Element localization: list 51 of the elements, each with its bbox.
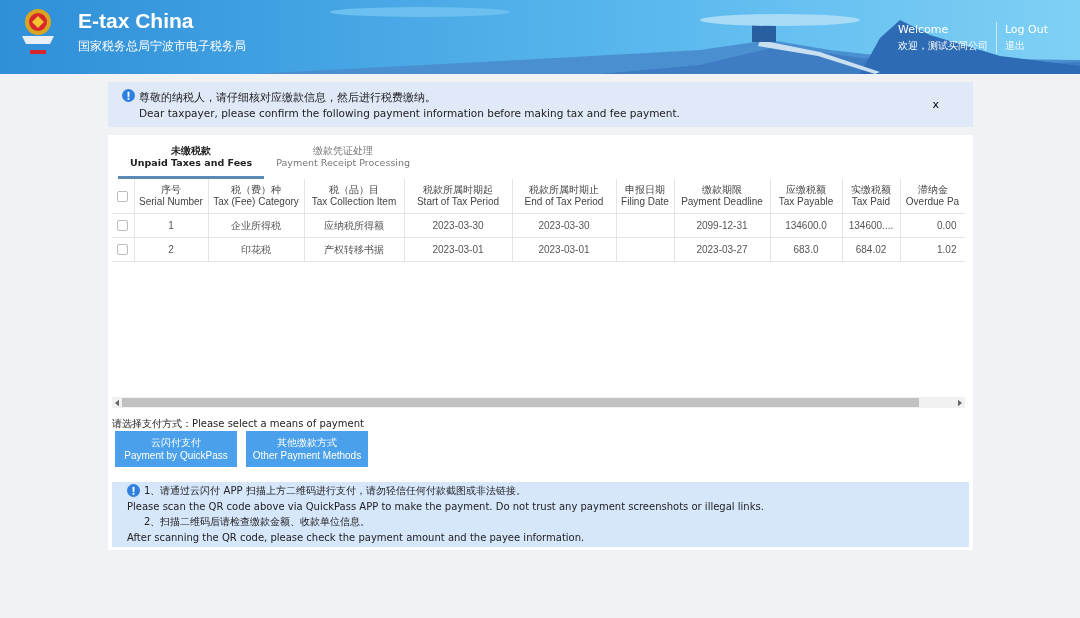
- payment-button[interactable]: 云闪付支付 Payment by QuickPass: [115, 431, 237, 467]
- column-header: 应缴税额 Tax Payable: [770, 179, 842, 214]
- column-header: 税（费）种 Tax (Fee) Category: [208, 179, 304, 214]
- table-cell: 1: [134, 213, 208, 238]
- logout-link[interactable]: Log Out: [1004, 22, 1048, 38]
- tip-text: After scanning the QR code, please check the payment amount and the payee information.: [127, 530, 586, 545]
- notice-text: 尊敬的纳税人，请仔细核对应缴款信息，然后进行税费缴纳。: [139, 89, 437, 105]
- table-cell: 2099-12-31: [674, 213, 770, 238]
- table-cell: 印花税: [208, 237, 304, 262]
- table-cell: 2: [134, 237, 208, 262]
- table-cell: 683.0: [770, 237, 842, 262]
- tip-text: 1、请通过云闪付 APP 扫描上方二维码进行支付，请勿轻信任何付款截图或非法链接。: [144, 484, 527, 498]
- table-cell: 134600.0: [770, 213, 842, 238]
- table-cell: 企业所得税: [208, 213, 304, 238]
- column-header: 申报日期 Filing Date: [616, 179, 674, 214]
- site-title: E-tax China: [78, 8, 195, 34]
- column-header: 税款所属时期止 End of Tax Period: [512, 179, 616, 214]
- info-icon: [127, 484, 140, 497]
- scroll-thumb[interactable]: [122, 398, 919, 407]
- table-cell: 2023-03-01: [404, 237, 512, 262]
- horizontal-scrollbar[interactable]: [112, 397, 965, 408]
- table-cell: 2023-03-30: [404, 213, 512, 238]
- close-button[interactable]: x: [928, 98, 943, 111]
- table-cell: 2023-03-27: [674, 237, 770, 262]
- notice-text: Dear taxpayer, please confirm the following payment information before making tax and fee payment.: [139, 105, 680, 121]
- table-cell: 134600....: [842, 213, 900, 238]
- info-icon: [122, 89, 135, 102]
- checkbox[interactable]: [117, 244, 129, 256]
- table-cell: 684.02: [842, 237, 900, 262]
- checkbox[interactable]: [117, 220, 129, 232]
- tab[interactable]: 未缴税款 Unpaid Taxes and Fees: [118, 141, 265, 179]
- payment-prompt: 请选择支付方式：Please select a means of payment: [112, 418, 365, 430]
- checkbox[interactable]: [117, 190, 129, 202]
- scroll-right-icon: [956, 398, 964, 407]
- table-cell: 2023-03-30: [512, 213, 616, 238]
- column-header: 滞纳金 Overdue Pa: [900, 179, 965, 214]
- payment-button[interactable]: 其他缴款方式 Other Payment Methods: [246, 431, 368, 467]
- tip-text: 2、扫描二维码后请检查缴款金额、收款单位信息。: [144, 515, 372, 529]
- column-header: 缴款期限 Payment Deadline: [674, 179, 770, 214]
- logout-link[interactable]: 退出: [1004, 38, 1025, 54]
- table-cell: 应纳税所得额: [304, 213, 404, 238]
- column-header: 序号 Serial Number: [134, 179, 208, 214]
- tab[interactable]: 缴款凭证处理 Payment Receipt Processing: [264, 141, 423, 179]
- tip-text: Please scan the QR code above via QuickPass APP to make the payment. Do not trust any payment screenshots or illegal links.: [127, 499, 764, 514]
- site-subtitle: 国家税务总局宁波市电子税务局: [78, 38, 246, 55]
- column-header: 税（品）目 Tax Collection Item: [304, 179, 404, 214]
- table-cell: 0.00: [900, 213, 965, 238]
- table-cell: 2023-03-01: [512, 237, 616, 262]
- table-cell: 产权转移书据: [304, 237, 404, 262]
- column-header: 税款所属时期起 Start of Tax Period: [404, 179, 512, 214]
- column-header: 实缴税额 Tax Paid: [842, 179, 900, 214]
